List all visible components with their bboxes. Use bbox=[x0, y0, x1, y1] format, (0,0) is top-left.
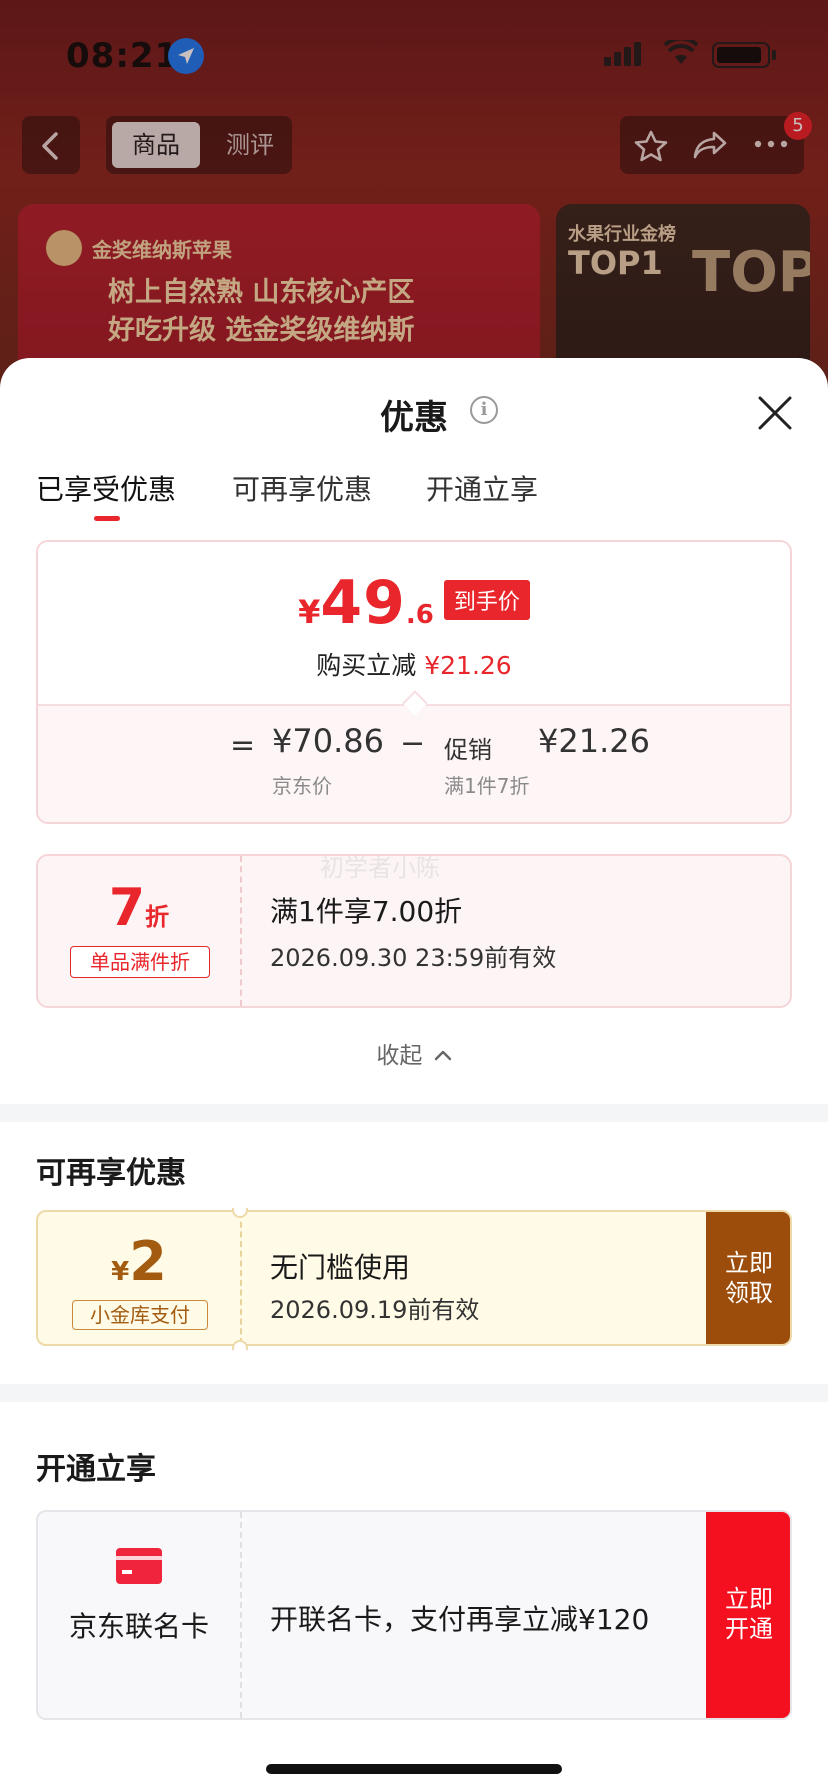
activate-button-line2: 开通 bbox=[725, 1615, 773, 1643]
discount-type-tag: 单品满件折 bbox=[70, 946, 210, 978]
home-indicator[interactable] bbox=[266, 1764, 562, 1774]
saving-label: 购买立减 bbox=[316, 651, 417, 680]
coupon-validity: 2026.09.19前有效 bbox=[270, 1296, 480, 1324]
discount-rate: 7折 bbox=[38, 878, 240, 938]
section-gap bbox=[0, 1104, 828, 1122]
cash-coupon-card: ¥2 小金库支付 无门槛使用 2026.09.19前有效 立即 领取 bbox=[36, 1210, 792, 1346]
close-icon[interactable] bbox=[756, 394, 794, 432]
promo-label: 促销 bbox=[444, 736, 492, 764]
tab-activate[interactable]: 开通立享 bbox=[426, 468, 538, 508]
discount-title: 满1件享7.00折 bbox=[270, 895, 463, 928]
coupon-amount: ¥2 bbox=[38, 1230, 240, 1293]
discount-number: 7 bbox=[108, 878, 146, 938]
coupon-currency: ¥ bbox=[111, 1257, 130, 1287]
collapse-button[interactable]: 收起 bbox=[0, 1036, 828, 1070]
price-summary: ¥49.6 到手价 购买立减 ¥21.26 bbox=[38, 542, 790, 702]
tab-more-available[interactable]: 可再享优惠 bbox=[232, 468, 372, 508]
final-price-badge: 到手价 bbox=[443, 580, 530, 620]
chevron-up-icon bbox=[434, 1050, 451, 1061]
watermark: 初学者小陈 bbox=[320, 854, 440, 882]
card-name: 京东联名卡 bbox=[68, 1610, 209, 1643]
price-breakdown bbox=[38, 704, 790, 822]
price-integer: 49 bbox=[320, 568, 406, 638]
currency-symbol: ¥ bbox=[298, 593, 321, 631]
activate-button-line1: 立即 bbox=[725, 1585, 773, 1613]
offer-divider bbox=[240, 1512, 242, 1718]
sheet-title-row: 优惠 i bbox=[0, 390, 828, 439]
coupon-divider bbox=[240, 1212, 242, 1344]
discount-sheet: 优惠 i 已享受优惠 可再享优惠 开通立享 ¥49.6 到手价 购买立减 ¥21.… bbox=[0, 358, 828, 1792]
jd-price-label: 京东价 bbox=[272, 774, 332, 798]
coupon-value: 2 bbox=[129, 1230, 167, 1293]
activate-card-button[interactable]: 立即 开通 bbox=[706, 1512, 790, 1718]
saving-value: ¥21.26 bbox=[424, 651, 512, 680]
claim-button-line1: 立即 bbox=[725, 1249, 773, 1277]
equals-sign: = bbox=[230, 728, 256, 763]
discount-unit: 折 bbox=[145, 903, 170, 931]
coupon-cutout-bottom bbox=[232, 1340, 248, 1350]
jd-price: ¥70.86 bbox=[272, 722, 384, 760]
coupon-payment-tag: 小金库支付 bbox=[72, 1300, 208, 1330]
section-gap bbox=[0, 1384, 828, 1402]
final-price-card: ¥49.6 到手价 购买立减 ¥21.26 = ¥70.86 京东价 − 促销 ¥… bbox=[36, 540, 792, 824]
credit-card-icon bbox=[116, 1548, 162, 1584]
claim-button-line2: 领取 bbox=[725, 1279, 773, 1307]
card-offer-desc: 开联名卡，支付再享立减¥120 bbox=[270, 1603, 650, 1636]
discount-validity: 2026.09.30 23:59前有效 bbox=[270, 944, 557, 972]
sheet-title: 优惠 bbox=[380, 398, 448, 438]
promo-value: ¥21.26 bbox=[538, 722, 650, 760]
section-title-more-available: 可再享优惠 bbox=[36, 1156, 186, 1191]
section-title-activate: 开通立享 bbox=[36, 1452, 156, 1487]
coupon-divider bbox=[240, 856, 242, 1006]
tab-enjoyed[interactable]: 已享受优惠 bbox=[36, 468, 176, 508]
claim-coupon-button[interactable]: 立即 领取 bbox=[706, 1212, 790, 1344]
cobrand-card-offer: 京东联名卡 开联名卡，支付再享立减¥120 立即 开通 bbox=[36, 1510, 792, 1720]
promo-condition: 满1件7折 bbox=[444, 774, 530, 798]
modal-overlay[interactable] bbox=[0, 0, 828, 420]
coupon-title: 无门槛使用 bbox=[270, 1251, 411, 1284]
instant-saving: 购买立减 ¥21.26 bbox=[38, 646, 790, 682]
price-decimal: .6 bbox=[405, 600, 434, 630]
discount-tabs: 已享受优惠 可再享优惠 开通立享 bbox=[0, 468, 828, 528]
active-tab-indicator bbox=[94, 516, 120, 521]
collapse-label: 收起 bbox=[376, 1043, 423, 1069]
minus-sign: − bbox=[400, 726, 426, 761]
final-price: ¥49.6 到手价 bbox=[38, 568, 790, 638]
info-icon[interactable]: i bbox=[470, 396, 498, 424]
